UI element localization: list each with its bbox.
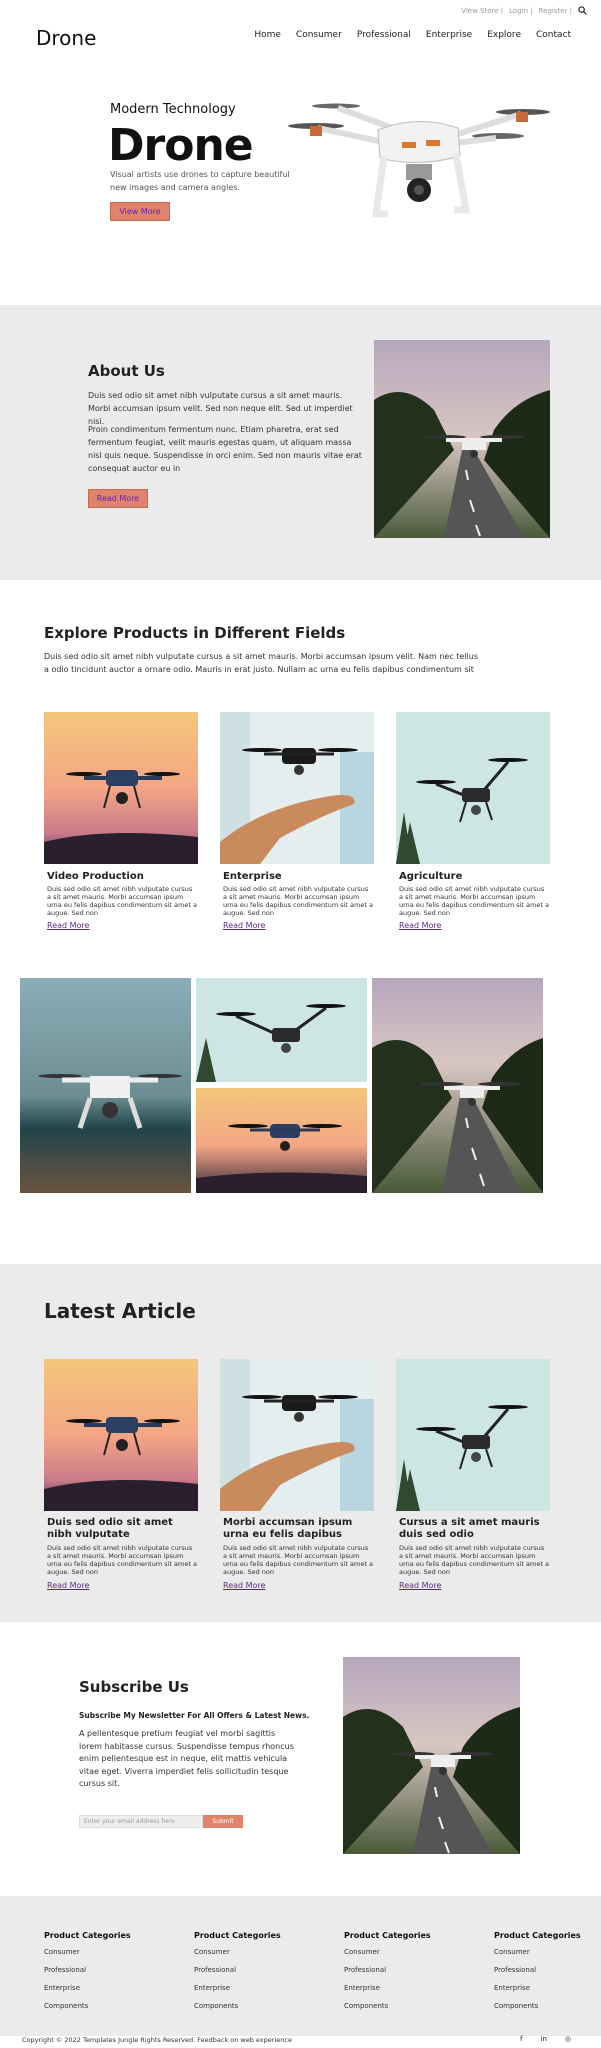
footer-column-2: Product Categories Consumer Professional… [194, 1931, 281, 2020]
login-link[interactable]: Login | [509, 7, 532, 15]
instagram-icon[interactable]: ◎ [565, 2035, 571, 2043]
card-title-enterprise: Enterprise [223, 871, 282, 882]
footer-link-enterprise[interactable]: Enterprise [494, 1984, 581, 1992]
gallery-image-4 [372, 978, 543, 1193]
article-text-2: Duis sed odio sit amet nibh vulputate cu… [223, 1544, 373, 1576]
footer-heading: Product Categories [344, 1931, 431, 1940]
card-title-video-production: Video Production [47, 871, 144, 882]
article-read-more-3[interactable]: Read More [399, 1581, 441, 1590]
explore-description: Duis sed odio sit amet nibh vulputate cu… [44, 652, 478, 674]
footer-link-consumer[interactable]: Consumer [44, 1948, 131, 1956]
nav-consumer[interactable]: Consumer [296, 30, 342, 40]
nav-contact[interactable]: Contact [536, 30, 571, 40]
gallery-image-1 [20, 978, 191, 1193]
gallery-image-2 [196, 978, 367, 1082]
footer-column-4: Product Categories Consumer Professional… [494, 1931, 581, 2020]
footer-link-components[interactable]: Components [494, 2002, 581, 2010]
footer-link-consumer[interactable]: Consumer [194, 1948, 281, 1956]
footer-link-professional[interactable]: Professional [494, 1966, 581, 1974]
card-text-agriculture: Duis sed odio sit amet nibh vulputate cu… [399, 885, 549, 917]
article-image-2 [220, 1359, 374, 1511]
hero-description: Visual artists use drones to capture bea… [110, 170, 290, 192]
card-image-agriculture [396, 712, 550, 864]
about-drone-photo [374, 340, 550, 538]
footer-link-components[interactable]: Components [344, 2002, 431, 2010]
latest-title: Latest Article [44, 1299, 196, 1323]
gallery-image-3 [196, 1088, 367, 1193]
nav-explore[interactable]: Explore [487, 30, 521, 40]
footer-link-professional[interactable]: Professional [194, 1966, 281, 1974]
card-text-enterprise: Duis sed odio sit amet nibh vulputate cu… [223, 885, 373, 917]
article-text-3: Duis sed odio sit amet nibh vulputate cu… [399, 1544, 549, 1576]
article-image-3 [396, 1359, 550, 1511]
hero-title: Drone [108, 120, 254, 171]
footer-link-consumer[interactable]: Consumer [344, 1948, 431, 1956]
nav-professional[interactable]: Professional [357, 30, 411, 40]
card-read-more-enterprise[interactable]: Read More [223, 921, 265, 930]
footer-heading: Product Categories [494, 1931, 581, 1940]
hero-subtitle: Modern Technology [110, 102, 236, 117]
card-read-more-agriculture[interactable]: Read More [399, 921, 441, 930]
explore-title: Explore Products in Different Fields [44, 624, 346, 642]
social-links: f in ◎ [520, 2035, 571, 2043]
nav-enterprise[interactable]: Enterprise [426, 30, 472, 40]
footer-column-3: Product Categories Consumer Professional… [344, 1931, 431, 2020]
article-read-more-1[interactable]: Read More [47, 1581, 89, 1590]
copyright-text: Copyright © 2022 Templates Jungle Rights… [22, 2036, 292, 2044]
footer-link-enterprise[interactable]: Enterprise [344, 1984, 431, 1992]
register-link[interactable]: Register | [539, 7, 572, 15]
article-text-1: Duis sed odio sit amet nibh vulputate cu… [47, 1544, 197, 1576]
subscribe-lead: Subscribe My Newsletter For All Offers &… [79, 1711, 310, 1720]
card-title-agriculture: Agriculture [399, 871, 463, 882]
footer-heading: Product Categories [194, 1931, 281, 1940]
brand-logo[interactable]: Drone [36, 26, 96, 50]
submit-button[interactable]: Submit [203, 1815, 243, 1828]
article-title-3[interactable]: Cursus a sit amet mauris duis sed odio [399, 1517, 549, 1541]
footer-link-components[interactable]: Components [44, 2002, 131, 2010]
footer-link-enterprise[interactable]: Enterprise [44, 1984, 131, 1992]
article-title-2[interactable]: Morbi accumsan ipsum urna eu felis dapib… [223, 1517, 373, 1541]
article-read-more-2[interactable]: Read More [223, 1581, 265, 1590]
subscribe-title: Subscribe Us [79, 1678, 189, 1696]
nav-home[interactable]: Home [254, 30, 281, 40]
card-read-more-video-production[interactable]: Read More [47, 921, 89, 930]
footer-link-professional[interactable]: Professional [344, 1966, 431, 1974]
about-paragraph-2: Proin condimentum fermentum nunc. Etiam … [88, 425, 362, 473]
main-nav: Home Consumer Professional Enterprise Ex… [254, 30, 571, 40]
footer-link-components[interactable]: Components [194, 2002, 281, 2010]
search-icon[interactable] [578, 6, 587, 15]
footer-heading: Product Categories [44, 1931, 131, 1940]
view-more-button[interactable]: View More [110, 202, 170, 221]
utility-bar: View Store | Login | Register | [461, 6, 587, 15]
view-store-link[interactable]: View Store | [461, 7, 503, 15]
footer-link-consumer[interactable]: Consumer [494, 1948, 581, 1956]
article-image-1 [44, 1359, 198, 1511]
card-image-video-production [44, 712, 198, 864]
footer-column-1: Product Categories Consumer Professional… [44, 1931, 131, 2020]
about-read-more-button[interactable]: Read More [88, 489, 148, 508]
card-text-video-production: Duis sed odio sit amet nibh vulputate cu… [47, 885, 197, 917]
facebook-icon[interactable]: f [520, 2035, 522, 2043]
article-title-1[interactable]: Duis sed odio sit amet nibh vulputate [47, 1517, 197, 1541]
card-image-enterprise [220, 712, 374, 864]
linkedin-icon[interactable]: in [541, 2035, 547, 2043]
about-title: About Us [88, 362, 165, 380]
subscribe-text: A pellentesque pretium feugiat vel morbi… [79, 1729, 294, 1788]
subscribe-drone-photo [343, 1657, 520, 1854]
hero-drone-image [288, 103, 550, 218]
footer-link-enterprise[interactable]: Enterprise [194, 1984, 281, 1992]
footer-link-professional[interactable]: Professional [44, 1966, 131, 1974]
email-field[interactable]: Enter your email address here [79, 1815, 203, 1828]
